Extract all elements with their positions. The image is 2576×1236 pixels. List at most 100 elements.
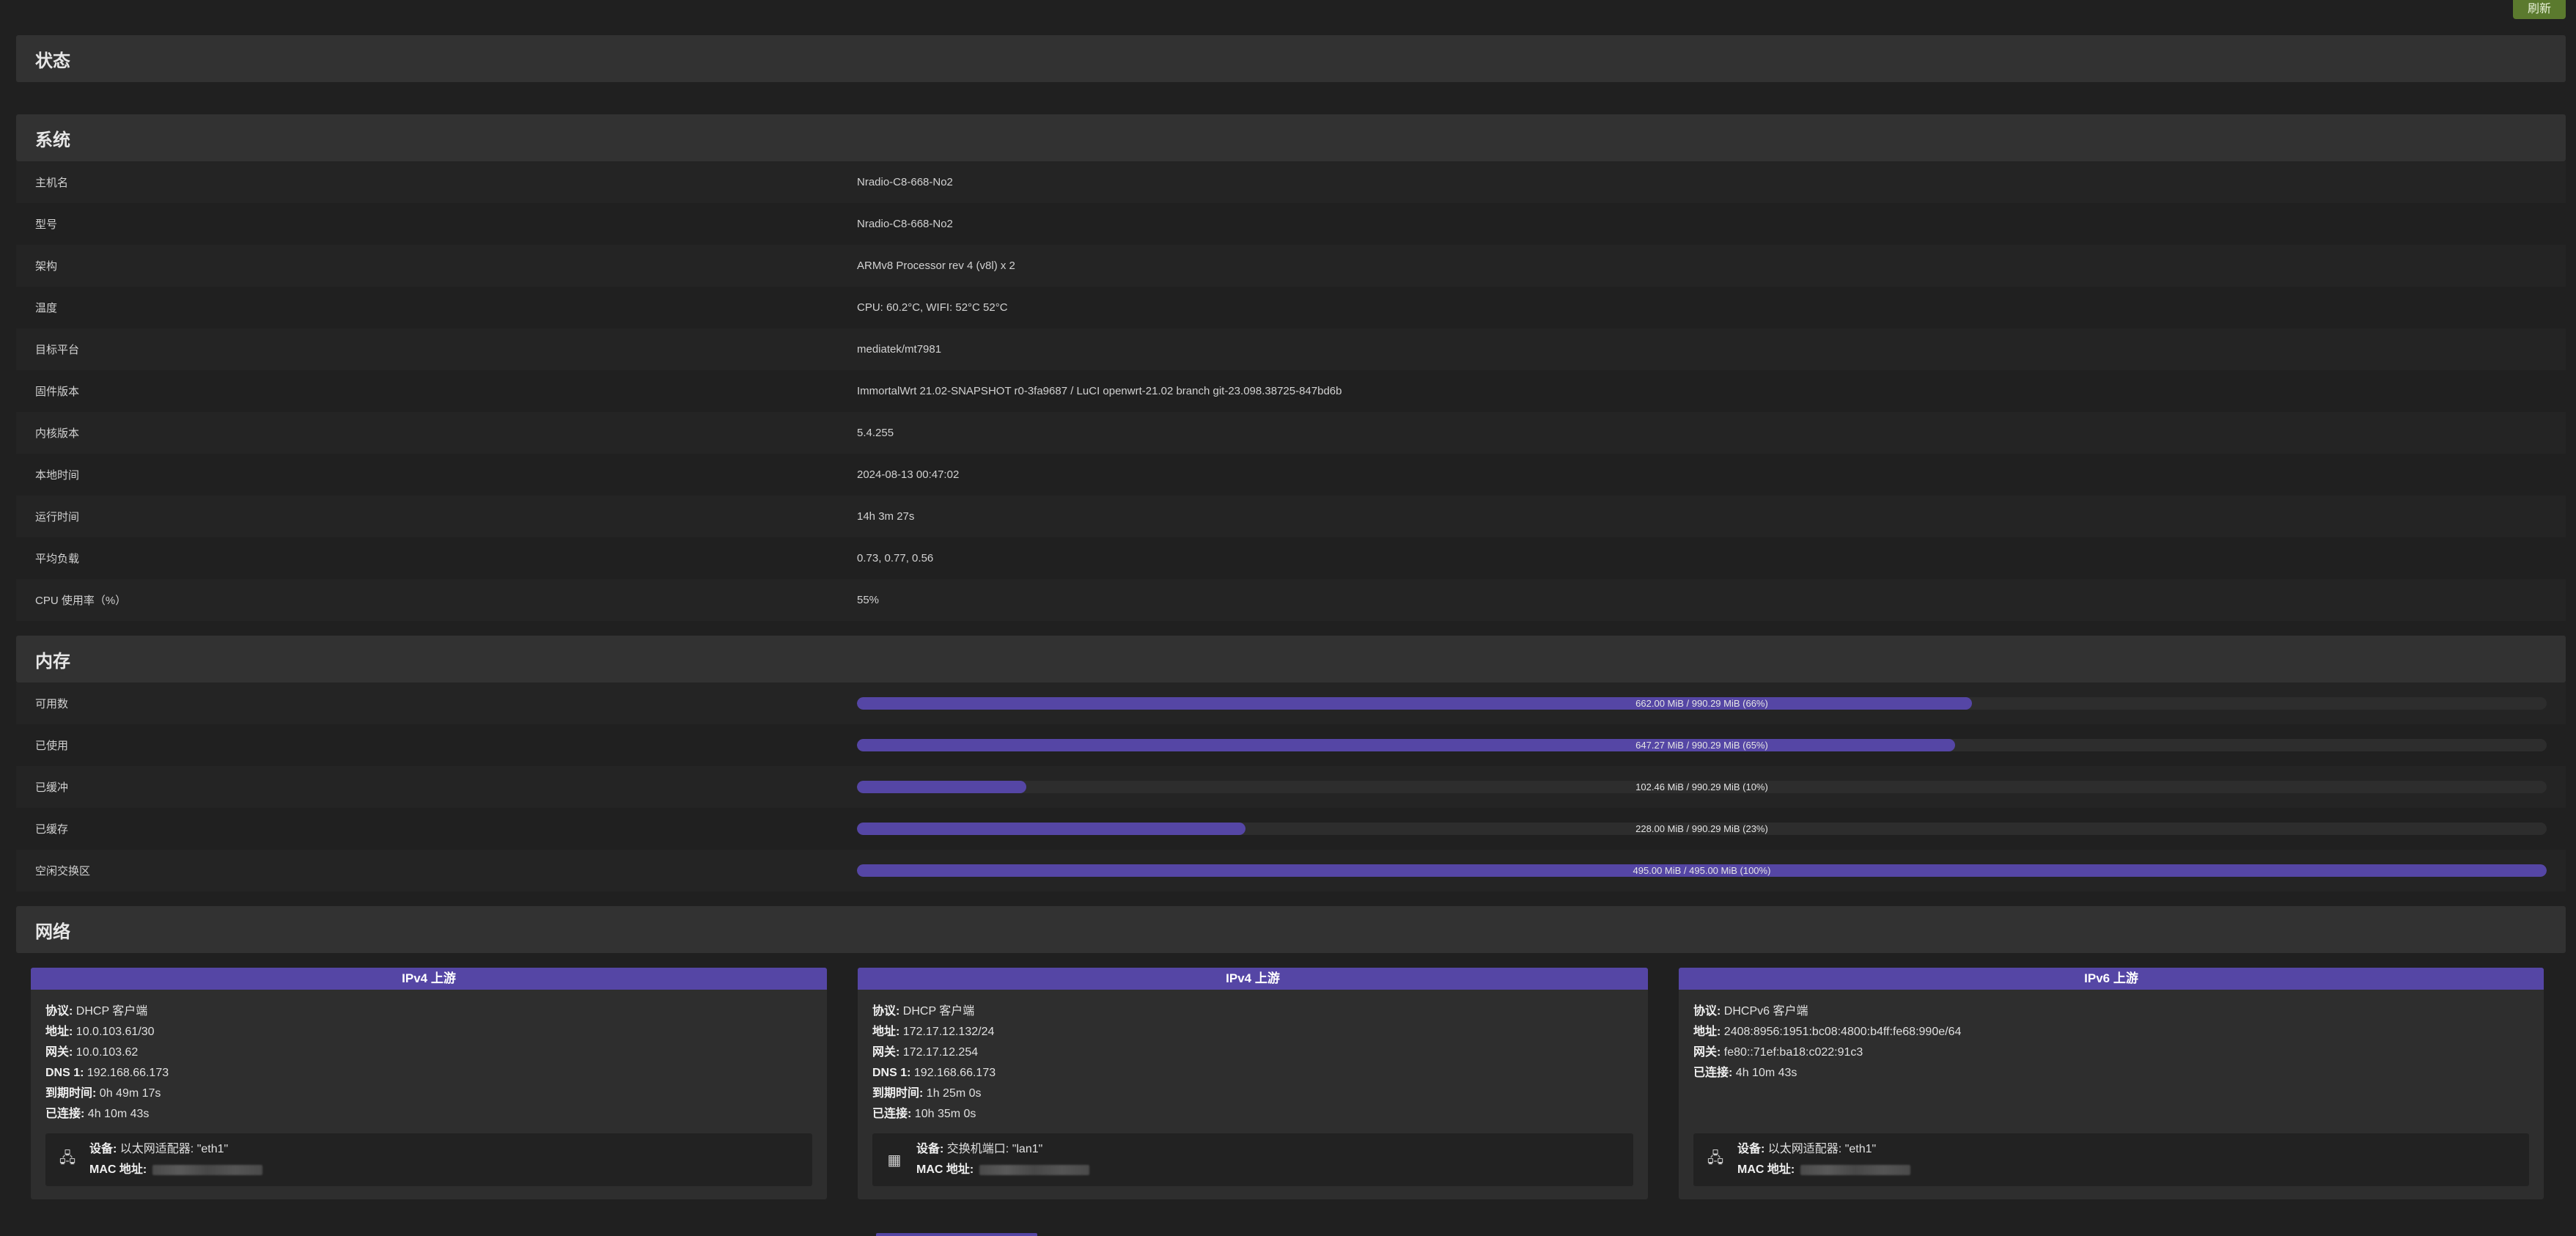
upstream-field-label: 地址:	[872, 1026, 900, 1038]
mac-redacted	[152, 1164, 263, 1175]
memory-table: 可用数 662.00 MiB / 990.29 MiB (66%) 已使用 647.2…	[16, 683, 2566, 891]
memory-row: 已使用 647.27 MiB / 990.29 MiB (65%)	[16, 724, 2566, 766]
mac-line: MAC 地址:	[89, 1160, 263, 1180]
upstream-field: 已连接: 4h 10m 43s	[1693, 1063, 2529, 1084]
upstream-field: 协议: DHCPv6 客户端	[1693, 1001, 2529, 1022]
system-row-label: 运行时间	[35, 511, 80, 523]
upstream-field: 网关: 172.17.12.254	[872, 1042, 1633, 1063]
upstream-field-value: 1h 25m 0s	[926, 1087, 982, 1100]
system-row-label: 架构	[35, 260, 58, 273]
system-row-value: Nradio-C8-668-No2	[857, 176, 953, 188]
upstream-field: 地址: 2408:8956:1951:bc08:4800:b4ff:fe68:9…	[1693, 1022, 2529, 1042]
upstream-field: 网关: 10.0.103.62	[45, 1042, 812, 1063]
upstream-card: IPv6 上游 协议: DHCPv6 客户端 地址: 2408:8956:1951:…	[1679, 968, 2544, 1199]
ethernet-adapter-icon: 🖧	[59, 1150, 76, 1166]
mac-line: MAC 地址:	[916, 1160, 1090, 1180]
mac-redacted	[979, 1164, 1090, 1175]
system-row: 温度 CPU: 60.2°C, WIFI: 52°C 52°C	[16, 287, 2566, 328]
device-label: 设备:	[89, 1143, 117, 1155]
system-row: 型号 Nradio-C8-668-No2	[16, 203, 2566, 245]
upstream-field-value: 4h 10m 43s	[87, 1108, 150, 1120]
memory-row-label: 已使用	[35, 740, 69, 752]
memory-progress-bar: 102.46 MiB / 990.29 MiB (10%)	[857, 781, 2547, 793]
system-row-label: 内核版本	[35, 427, 80, 440]
upstream-field: 已连接: 4h 10m 43s	[45, 1104, 812, 1125]
memory-row-label: 已缓存	[35, 823, 69, 836]
device-line: 设备: 交换机端口: "lan1"	[916, 1139, 1089, 1160]
upstream-field-label: 网关:	[872, 1046, 900, 1059]
upstream-field-label: 已连接:	[872, 1108, 912, 1120]
upstream-field-label: 到期时间:	[45, 1087, 97, 1100]
memory-row: 已缓冲 102.46 MiB / 990.29 MiB (10%)	[16, 766, 2566, 808]
system-row: 主机名 Nradio-C8-668-No2	[16, 161, 2566, 203]
switch-port-icon: ▦	[887, 1152, 902, 1169]
page-title: 状态	[16, 35, 2566, 82]
upstream-card-title: IPv6 上游	[1679, 968, 2544, 990]
upstream-field-label: 网关:	[45, 1046, 73, 1059]
upstream-field-value: 2408:8956:1951:bc08:4800:b4ff:fe68:990e/…	[1723, 1026, 1962, 1038]
upstream-field-value: 4h 10m 43s	[1735, 1067, 1797, 1079]
memory-row-label: 空闲交换区	[35, 865, 91, 878]
upstream-field-label: 协议:	[1693, 1005, 1721, 1018]
mac-label: MAC 地址:	[916, 1163, 974, 1176]
memory-progress-bar: 647.27 MiB / 990.29 MiB (65%)	[857, 739, 2547, 751]
system-row-value: 2024-08-13 00:47:02	[857, 468, 960, 481]
device-info: 设备: 以太网适配器: "eth1" MAC 地址:	[89, 1139, 263, 1180]
device-line: 设备: 以太网适配器: "eth1"	[1737, 1139, 1910, 1160]
system-table: 主机名 Nradio-C8-668-No2 型号 Nradio-C8-668-No2 架…	[16, 161, 2566, 621]
memory-progress-text: 662.00 MiB / 990.29 MiB (66%)	[1635, 698, 1768, 709]
network-cards: IPv4 上游 协议: DHCP 客户端 地址: 10.0.103.61/30 网关:…	[16, 968, 2566, 1199]
device-value: 以太网适配器: "eth1"	[1767, 1143, 1877, 1155]
system-row: 目标平台 mediatek/mt7981	[16, 328, 2566, 370]
system-row-label: 温度	[35, 302, 58, 314]
system-row-value: mediatek/mt7981	[857, 343, 942, 356]
memory-progress-bar: 228.00 MiB / 990.29 MiB (23%)	[857, 823, 2547, 835]
upstream-device-box: 🖧 设备: 以太网适配器: "eth1" MAC 地址:	[45, 1133, 812, 1186]
upstream-field-value: 172.17.12.254	[902, 1046, 979, 1059]
mac-line: MAC 地址:	[1737, 1160, 1911, 1180]
upstream-card-body: 协议: DHCP 客户端 地址: 172.17.12.132/24 网关: 172.…	[858, 990, 1648, 1125]
upstream-field-label: DNS 1:	[872, 1067, 911, 1079]
system-row: 内核版本 5.4.255	[16, 412, 2566, 454]
device-value: 以太网适配器: "eth1"	[119, 1143, 229, 1155]
mac-label: MAC 地址:	[1737, 1163, 1795, 1176]
upstream-field-label: 地址:	[45, 1026, 73, 1038]
mac-redacted	[1800, 1164, 1911, 1175]
upstream-field-label: 协议:	[872, 1005, 900, 1018]
status-page: 状态 系统 主机名 Nradio-C8-668-No2 型号 Nradio-C8-66…	[16, 0, 2566, 1199]
upstream-field-value: fe80::71ef:ba18:c022:91c3	[1723, 1046, 1863, 1059]
upstream-field: 到期时间: 0h 49m 17s	[45, 1084, 812, 1104]
upstream-card-body: 协议: DHCPv6 客户端 地址: 2408:8956:1951:bc08:48…	[1679, 990, 2544, 1084]
upstream-card: IPv4 上游 协议: DHCP 客户端 地址: 172.17.12.132/24 网…	[858, 968, 1648, 1199]
memory-progress-text: 102.46 MiB / 990.29 MiB (10%)	[1635, 781, 1768, 792]
upstream-field-label: 已连接:	[1693, 1067, 1733, 1079]
memory-progress-text: 495.00 MiB / 495.00 MiB (100%)	[1633, 865, 1771, 876]
upstream-field-value: DHCPv6 客户端	[1723, 1005, 1808, 1018]
mac-label: MAC 地址:	[89, 1163, 147, 1176]
device-label: 设备:	[1737, 1143, 1765, 1155]
upstream-card: IPv4 上游 协议: DHCP 客户端 地址: 10.0.103.61/30 网关:…	[31, 968, 827, 1199]
device-value: 交换机端口: "lan1"	[946, 1143, 1043, 1155]
upstream-field-label: 协议:	[45, 1005, 73, 1018]
system-row: 架构 ARMv8 Processor rev 4 (v8l) x 2	[16, 245, 2566, 287]
device-line: 设备: 以太网适配器: "eth1"	[89, 1139, 262, 1160]
upstream-device-box: 🖧 设备: 以太网适配器: "eth1" MAC 地址:	[1693, 1133, 2529, 1186]
upstream-field-label: DNS 1:	[45, 1067, 84, 1079]
upstream-field: 地址: 10.0.103.61/30	[45, 1022, 812, 1042]
device-info: 设备: 交换机端口: "lan1" MAC 地址:	[916, 1139, 1090, 1180]
upstream-card-body: 协议: DHCP 客户端地址: 10.0.103.61/30 网关: 10.0.1…	[31, 990, 827, 1125]
system-row-value: ARMv8 Processor rev 4 (v8l) x 2	[857, 260, 1015, 272]
system-row: 平均负载 0.73, 0.77, 0.56	[16, 537, 2566, 579]
system-row-label: 目标平台	[35, 344, 80, 356]
system-row-label: 主机名	[35, 177, 69, 189]
upstream-card-title: IPv4 上游	[31, 968, 827, 990]
upstream-field-value: 10h 35m 0s	[914, 1108, 976, 1120]
upstream-field: DNS 1: 192.168.66.173	[45, 1063, 812, 1084]
memory-progress-text: 228.00 MiB / 990.29 MiB (23%)	[1635, 823, 1768, 834]
system-row-value: ImmortalWrt 21.02-SNAPSHOT r0-3fa9687 / …	[857, 385, 1342, 397]
system-row-label: 型号	[35, 218, 58, 231]
upstream-field: DNS 1: 192.168.66.173	[872, 1063, 1633, 1084]
upstream-field: 到期时间: 1h 25m 0s	[872, 1084, 1633, 1104]
system-row: 固件版本 ImmortalWrt 21.02-SNAPSHOT r0-3fa968…	[16, 370, 2566, 412]
upstream-field-value: DHCP 客户端	[76, 1005, 148, 1018]
